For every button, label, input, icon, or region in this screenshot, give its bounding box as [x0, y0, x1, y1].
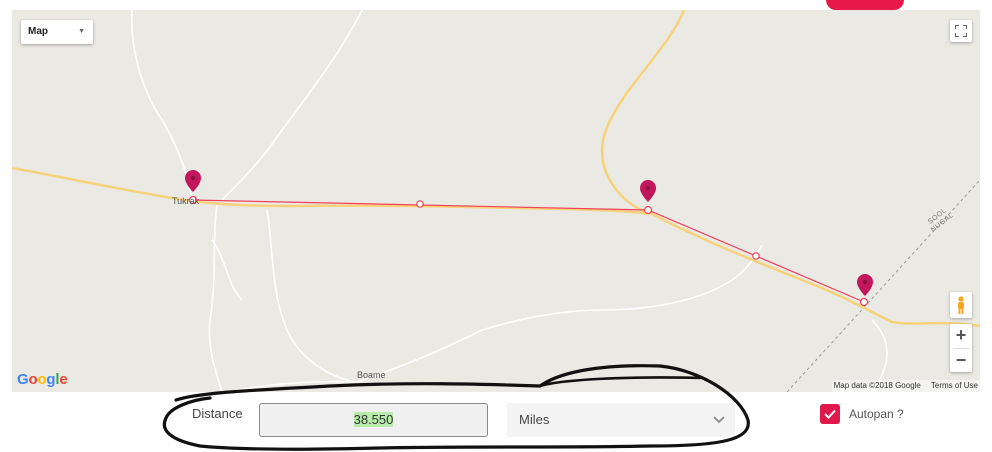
checkmark-icon	[824, 409, 836, 419]
zoom-out-button[interactable]: −	[950, 349, 972, 373]
autopan-checkbox[interactable]	[820, 404, 840, 424]
map-roads	[12, 10, 980, 392]
zoom-control: + −	[950, 324, 972, 372]
place-label-tukrak: Tukrak	[172, 196, 200, 206]
map-attribution: Map data ©2018 Google Terms of Use	[831, 380, 980, 392]
units-dropdown[interactable]: Miles	[507, 403, 735, 437]
chevron-down-icon	[713, 403, 725, 437]
waypoint-marker-icon[interactable]	[185, 170, 201, 196]
fullscreen-icon	[955, 25, 967, 37]
fullscreen-button[interactable]	[950, 20, 972, 42]
distance-label: Distance	[192, 406, 243, 421]
dropdown-caret-icon: ▼	[78, 28, 85, 35]
map-data-credit: Map data ©2018 Google	[833, 381, 921, 390]
map-type-dropdown[interactable]: Map ▼	[21, 20, 93, 44]
autopan-label: Autopan ?	[849, 407, 904, 421]
waypoint-marker-icon[interactable]	[640, 180, 656, 206]
terms-of-use-link[interactable]: Terms of Use	[931, 380, 978, 392]
distance-field[interactable]: 38.550	[259, 403, 488, 437]
google-logo: Google	[17, 371, 68, 388]
distance-value: 38.550	[353, 412, 394, 427]
street-view-pegman-button[interactable]	[950, 292, 972, 318]
pegman-icon	[958, 296, 964, 314]
top-action-button-edge[interactable]	[826, 0, 904, 10]
units-selected: Miles	[519, 412, 550, 427]
distance-panel: Distance 38.550 Miles Autopan ?	[0, 392, 992, 452]
map-canvas[interactable]: Tukrak Boame SOOL NUGAL Map ▼ + − Google …	[12, 10, 980, 392]
waypoint-marker-icon[interactable]	[857, 274, 873, 300]
place-label-boame: Boame	[357, 370, 386, 380]
zoom-in-button[interactable]: +	[950, 324, 972, 348]
